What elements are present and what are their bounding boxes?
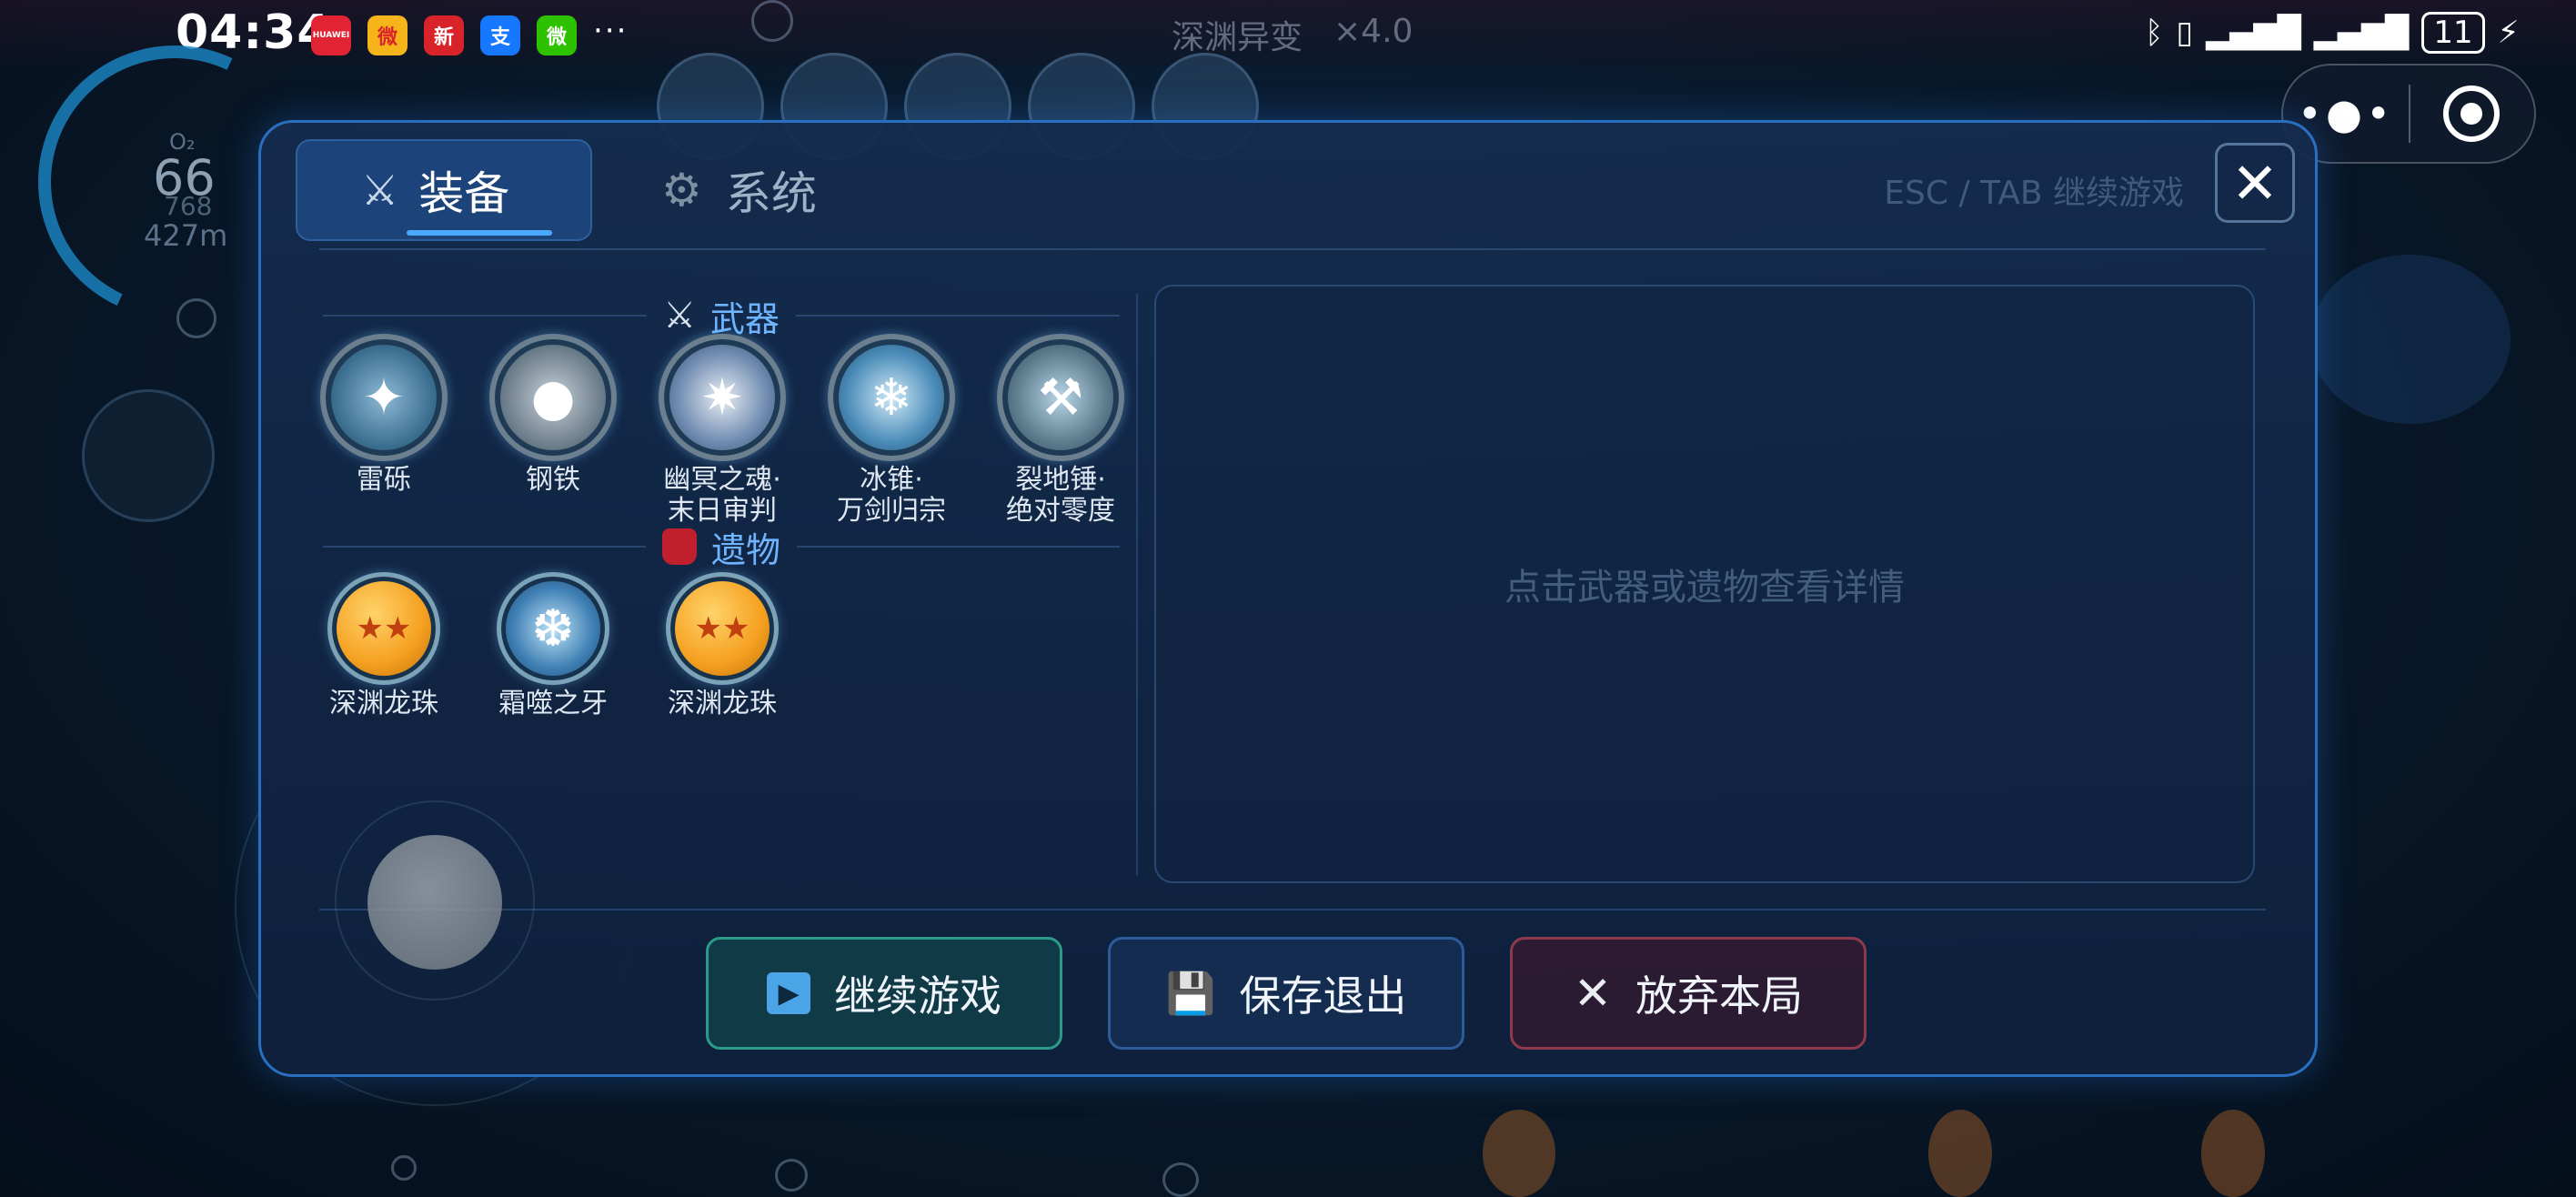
footer-divider xyxy=(319,909,2266,910)
divider-line xyxy=(323,315,648,317)
weapon-item-leili[interactable]: ✦ 雷砾 xyxy=(297,334,470,496)
joystick-knob[interactable] xyxy=(367,835,502,970)
weapon-name: 冰锥· xyxy=(860,464,923,496)
save-exit-label: 保存退出 xyxy=(1239,971,1407,1021)
crossed-swords-icon: ⚔ xyxy=(361,166,399,215)
column-divider xyxy=(1136,294,1138,876)
close-miniprogram-icon[interactable] xyxy=(2443,86,2500,142)
relics-heading: 遗物 xyxy=(646,522,797,572)
continue-label: 继续游戏 xyxy=(834,971,1001,1021)
game-title: 深渊异变 xyxy=(1172,19,1303,56)
divider-line xyxy=(323,546,646,548)
divider-line xyxy=(797,546,1121,548)
weapon-name: 钢铁 xyxy=(526,464,580,496)
relic-name: 深渊龙珠 xyxy=(329,688,438,719)
minimap-radar xyxy=(82,389,215,522)
tab-equipment-label: 装备 xyxy=(418,167,510,220)
huawei-app-icon: HUAWEI xyxy=(311,15,351,55)
weapon-item-ice-cone[interactable]: ❄ 冰锥· 万剑归宗 xyxy=(805,334,978,527)
header-divider xyxy=(319,248,2266,250)
weapon-soul-icon: ✷ xyxy=(659,334,786,461)
abandon-label: 放弃本局 xyxy=(1635,971,1803,1021)
vibrate-icon: ▯ xyxy=(2176,15,2194,51)
detail-panel: 点击武器或遗物查看详情 xyxy=(1154,285,2255,883)
signal-icon: ▂▄▆█ xyxy=(2313,15,2410,51)
more-notifications-icon: ··· xyxy=(593,13,629,49)
backpack-icon xyxy=(662,528,697,565)
weapon-steel-icon: ● xyxy=(489,334,617,461)
active-tab-indicator xyxy=(407,230,552,236)
background-fish xyxy=(1483,1110,1555,1197)
frost-fang-icon: ❆ xyxy=(497,572,609,685)
close-icon: ✕ xyxy=(2231,149,2279,216)
floppy-disk-icon: 💾 xyxy=(1165,971,1216,1017)
relic-name: 霜噬之牙 xyxy=(498,688,608,719)
tab-equipment[interactable]: ⚔ 装备 xyxy=(296,139,592,241)
relic-name: 深渊龙珠 xyxy=(668,688,777,719)
gear-icon: ⚙ xyxy=(661,164,702,216)
bubble xyxy=(1162,1162,1199,1197)
battery-level: 11 xyxy=(2433,15,2473,51)
miniprogram-capsule: •●• xyxy=(2281,64,2536,164)
background-creature xyxy=(2310,255,2511,424)
weapon-name: 幽冥之魂· xyxy=(663,464,781,496)
divider-line xyxy=(795,315,1120,317)
weapon-name: 雷砾 xyxy=(357,464,411,496)
signal-icon: ▂▄▆█ xyxy=(2206,15,2301,51)
background-fish xyxy=(1928,1110,1992,1197)
bubble xyxy=(176,298,216,338)
news-app-icon: 新 xyxy=(424,15,464,55)
relic-item-dragon-orb[interactable]: ★★ 深渊龙珠 xyxy=(297,572,470,719)
capsule-divider xyxy=(2409,85,2410,143)
save-exit-button[interactable]: 💾 保存退出 xyxy=(1108,937,1464,1050)
weapon-name: 裂地锤· xyxy=(1015,464,1106,496)
relic-item-frost-fang[interactable]: ❆ 霜噬之牙 xyxy=(467,572,639,719)
charging-icon: ⚡ xyxy=(2497,15,2520,51)
weapon-leili-icon: ✦ xyxy=(320,334,448,461)
status-bar: 04:34 HUAWEI 微 新 支 微 ··· 深渊异变 ×4.0 ᛒ ▯ ▂… xyxy=(0,0,2576,65)
detail-placeholder: 点击武器或遗物查看详情 xyxy=(1504,567,1905,609)
close-button[interactable]: ✕ xyxy=(2215,143,2295,223)
depth-readout: 427m xyxy=(144,218,228,253)
esc-hint: ESC / TAB 继续游戏 xyxy=(1884,175,2184,212)
tab-system-label: 系统 xyxy=(725,167,817,220)
play-icon: ▶ xyxy=(767,972,810,1014)
background-fish xyxy=(2201,1110,2265,1197)
bluetooth-icon: ᛒ xyxy=(2145,15,2164,51)
battery-icon: 11 xyxy=(2421,12,2485,54)
bubble xyxy=(775,1159,808,1192)
weapon-hammer-icon: ⚒ xyxy=(997,334,1124,461)
weapon-item-hammer[interactable]: ⚒ 裂地锤· 绝对零度 xyxy=(974,334,1147,527)
weibo-icon: 微 xyxy=(367,15,408,55)
crossed-swords-icon: ⚔ xyxy=(663,295,696,337)
continue-game-button[interactable]: ▶ 继续游戏 xyxy=(706,937,1062,1050)
pause-dialog: ⚔ 装备 ⚙ 系统 ESC / TAB 继续游戏 ✕ ⚔ 武器 ✦ 雷砾 ● 钢… xyxy=(258,120,2318,1077)
weapon-item-steel[interactable]: ● 钢铁 xyxy=(467,334,639,496)
close-icon: ✕ xyxy=(1574,967,1612,1020)
relic-item-dragon-orb[interactable]: ★★ 深渊龙珠 xyxy=(636,572,809,719)
relics-section-header: 遗物 xyxy=(323,521,1121,572)
bubble xyxy=(391,1155,417,1181)
abandon-run-button[interactable]: ✕ 放弃本局 xyxy=(1510,937,1867,1050)
oxygen-subvalue: 768 xyxy=(164,191,213,221)
weapon-ice-icon: ❄ xyxy=(828,334,955,461)
system-icons: ᛒ ▯ ▂▄▆█ ▂▄▆█ 11 ⚡ xyxy=(2145,11,2519,55)
dragon-orb-icon: ★★ xyxy=(327,572,440,685)
tab-system[interactable]: ⚙ 系统 xyxy=(661,139,861,241)
relics-heading-label: 遗物 xyxy=(711,529,781,570)
dragon-orb-icon: ★★ xyxy=(666,572,779,685)
alipay-icon: 支 xyxy=(480,15,520,55)
weapon-item-soul-judgment[interactable]: ✷ 幽冥之魂· 末日审判 xyxy=(636,334,809,527)
wechat-icon: 微 xyxy=(537,15,577,55)
bubble xyxy=(751,0,793,42)
speed-multiplier: ×4.0 xyxy=(1333,13,1414,50)
